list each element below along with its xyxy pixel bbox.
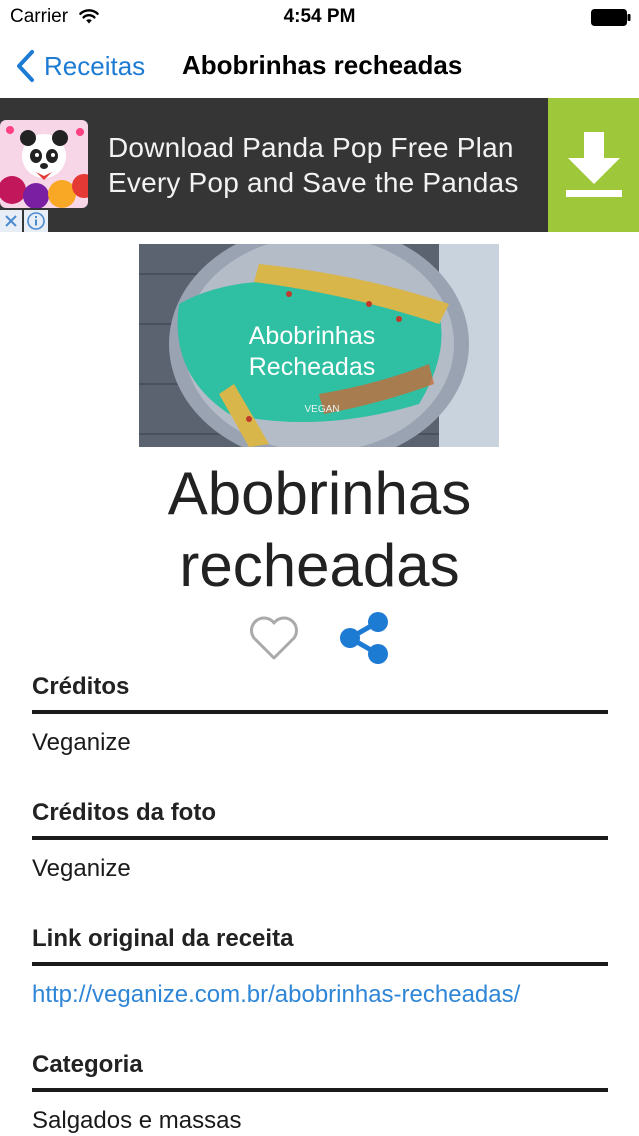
recipe-title-line1: Abobrinhas	[167, 460, 472, 527]
share-button[interactable]	[338, 611, 390, 665]
recipe-title: Abobrinhas recheadas	[0, 458, 639, 602]
ad-text-line1: Download Panda Pop Free Plan	[108, 132, 514, 163]
section-creditos: Créditos Veganize	[32, 672, 608, 758]
ad-download-button[interactable]	[548, 98, 639, 232]
recipe-source-link[interactable]: http://veganize.com.br/abobrinhas-rechea…	[32, 980, 608, 1010]
heart-outline-icon	[250, 616, 298, 660]
recipe-photo-graphic: Abobrinhas Recheadas VEGAN	[139, 244, 499, 447]
photo-title-line1: Abobrinhas	[249, 322, 375, 350]
recipe-detail-screen: Carrier 4:54 PM Receitas Abobrinhas rech…	[0, 0, 639, 1136]
photo-vegan-badge: VEGAN	[304, 404, 339, 415]
section-divider	[32, 1088, 608, 1092]
recipe-title-line2: recheadas	[179, 532, 460, 599]
close-icon	[5, 215, 17, 227]
nav-title: Abobrinhas recheadas	[182, 50, 463, 80]
chevron-left-icon	[17, 50, 34, 82]
navigation-bar: Receitas Abobrinhas recheadas	[0, 34, 639, 98]
ad-text[interactable]: Download Panda Pop Free Plan Every Pop a…	[108, 130, 528, 200]
battery-icon	[591, 9, 631, 26]
share-icon	[340, 612, 388, 664]
section-categoria: Categoria Salgados e massas	[32, 1050, 608, 1136]
photo-title-line2: Recheadas	[249, 353, 375, 381]
ad-app-icon[interactable]	[0, 120, 88, 208]
section-creditos-foto: Créditos da foto Veganize	[32, 798, 608, 884]
section-divider	[32, 710, 608, 714]
status-bar: Carrier 4:54 PM	[0, 0, 639, 34]
ad-info-button[interactable]	[24, 210, 48, 232]
section-divider	[32, 836, 608, 840]
favorite-button[interactable]	[248, 614, 300, 662]
section-divider	[32, 962, 608, 966]
recipe-photo: Abobrinhas Recheadas VEGAN	[139, 244, 499, 447]
ad-close-button[interactable]	[0, 210, 22, 232]
info-icon	[27, 212, 45, 230]
section-value: Salgados e massas	[32, 1107, 242, 1134]
panda-pop-logo-icon	[0, 120, 88, 208]
download-arrow-icon	[565, 132, 622, 197]
section-link-original: Link original da receita http://veganize…	[32, 924, 608, 1010]
section-heading: Categoria	[32, 1051, 143, 1078]
section-heading: Link original da receita	[32, 925, 294, 952]
status-time: 4:54 PM	[283, 6, 356, 27]
ad-banner[interactable]: Download Panda Pop Free Plan Every Pop a…	[0, 98, 639, 232]
section-heading: Créditos	[32, 673, 130, 700]
back-button-label: Receitas	[44, 50, 146, 81]
section-value: Veganize	[32, 855, 131, 882]
back-button[interactable]: Receitas	[14, 48, 145, 84]
ad-text-line2: Every Pop and Save the Pandas	[108, 167, 519, 198]
section-heading: Créditos da foto	[32, 799, 216, 826]
section-value: Veganize	[32, 729, 131, 756]
